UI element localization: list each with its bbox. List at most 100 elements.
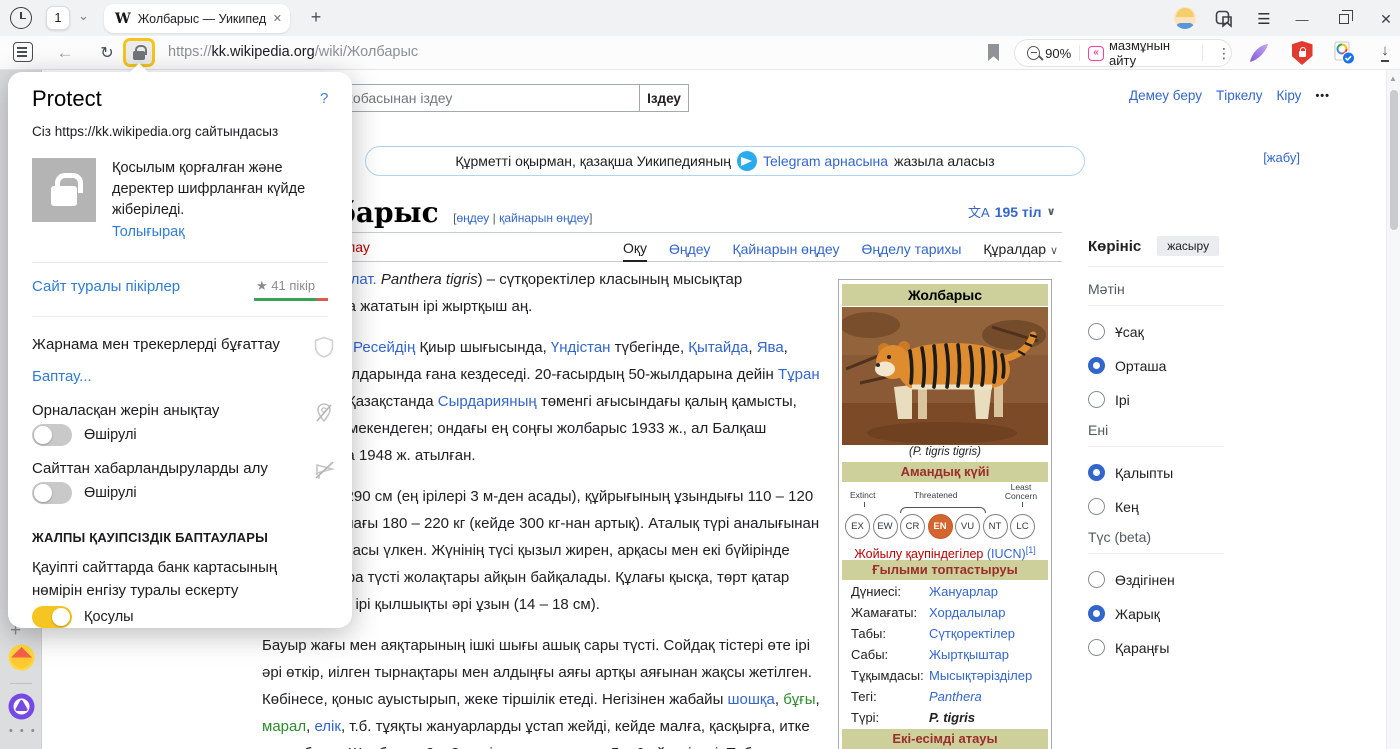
back-icon[interactable]: ←	[52, 40, 78, 66]
family-link[interactable]: Мысықтәрізділер	[929, 665, 1032, 686]
tab-edit-source[interactable]: Қайнарын өңдеу	[732, 241, 839, 257]
adblock-setup-link[interactable]: Баптау...	[32, 368, 92, 385]
radio-color-automatic[interactable]: Өздігінен	[1088, 571, 1224, 588]
order-link[interactable]: Жыртқыштар	[929, 644, 1009, 665]
read-aloud-icon[interactable]: «	[1088, 45, 1104, 61]
reference-1[interactable]: [1]	[1026, 545, 1036, 555]
phylum-link[interactable]: Хордалылар	[929, 602, 1005, 623]
zoom-icon[interactable]	[1027, 46, 1041, 60]
bankcard-state: Қосулы	[84, 609, 134, 625]
download-icon[interactable]: ↓	[1372, 40, 1398, 66]
telegram-link[interactable]: Telegram арнасына	[763, 153, 888, 169]
tiger-image[interactable]	[842, 307, 1048, 445]
chevron-down-icon[interactable]: ⌄	[78, 8, 89, 24]
details-link[interactable]: Толығырақ	[112, 224, 185, 240]
telegram-icon	[736, 151, 757, 171]
location-toggle[interactable]	[32, 424, 72, 446]
status-ew[interactable]: EW	[872, 514, 898, 539]
notifications-label: Сайттан хабарландыруларды алу	[32, 460, 268, 477]
scrollbar-thumb[interactable]	[1390, 90, 1398, 230]
tab-title: Жолбарыс — Уикипеди	[137, 11, 267, 26]
maximize-button[interactable]	[1332, 7, 1356, 31]
alice-app-icon[interactable]	[8, 693, 35, 720]
site-reviews-link[interactable]: Сайт туралы пікірлер	[32, 278, 180, 295]
edit-source-link[interactable]: қайнарын өңдеу	[499, 211, 589, 225]
status-lc[interactable]: LC	[1010, 514, 1035, 539]
tab-edit[interactable]: Өңдеу	[669, 241, 710, 257]
kingdom-link[interactable]: Жануарлар	[929, 581, 998, 602]
close-window-button[interactable]: ✕	[1374, 7, 1398, 31]
reviews-count[interactable]: ★ 41 пікір	[256, 278, 315, 294]
history-clock-icon[interactable]	[10, 7, 32, 29]
notifications-off-icon	[314, 460, 336, 482]
status-link-line: Жойылу қаупіндегілер (IUCN)[1]	[842, 541, 1048, 561]
protect-shield-icon[interactable]	[1289, 40, 1315, 66]
notifications-toggle[interactable]	[32, 482, 72, 504]
mail-app-icon[interactable]	[8, 644, 35, 671]
url-text[interactable]: https://kk.wikipedia.org/wiki/Жолбарыс	[168, 44, 418, 60]
bookmark-icon[interactable]	[986, 43, 1001, 62]
donate-link[interactable]: Демеу беру	[1129, 88, 1202, 103]
tab-strip: 1 ⌄ W Жолбарыс — Уикипеди ✕ + ☰ — ✕	[0, 0, 1400, 36]
edit-link[interactable]: өңдеу	[456, 211, 489, 225]
connection-text: Қосылым қорғалған және деректер шифрланғ…	[112, 160, 306, 218]
tab-read[interactable]: Оқу	[623, 236, 648, 262]
strip-more-icon[interactable]: • • •	[9, 725, 37, 737]
new-tab-button[interactable]: +	[303, 5, 329, 31]
tab-counter[interactable]: 1	[46, 6, 70, 30]
docs-extension-icon[interactable]	[1331, 40, 1357, 66]
status-cr[interactable]: CR	[900, 514, 925, 539]
appearance-title: Көрініс	[1088, 237, 1142, 255]
reload-icon[interactable]: ↻	[94, 40, 120, 66]
feather-extension-icon[interactable]	[1246, 40, 1272, 66]
radio-width-standard[interactable]: Қалыпты	[1088, 464, 1224, 481]
profile-avatar[interactable]	[1174, 7, 1196, 29]
wikipedia-favicon: W	[115, 10, 131, 27]
scroll-up-icon[interactable]: ▲	[1389, 74, 1397, 83]
taxonomy-row: Тегі: Panthera	[842, 686, 1048, 707]
tab-close-icon[interactable]: ✕	[273, 12, 282, 25]
address-toolbar: ← ↻ https://kk.wikipedia.org/wiki/Жолбар…	[0, 36, 1400, 70]
conservation-status: Extinct Threatened Least Concern EX EW C…	[842, 483, 1048, 541]
sidebar-panels-icon[interactable]	[13, 42, 33, 62]
bankcard-toggle[interactable]	[32, 606, 72, 628]
page-scrollbar[interactable]: ▲	[1386, 70, 1400, 749]
language-selector[interactable]: 文A 195 тіл ∨	[968, 202, 1056, 221]
collections-icon[interactable]	[1212, 7, 1236, 31]
radio-width-wide[interactable]: Кең	[1088, 498, 1224, 529]
radio-color-dark[interactable]: Қараңғы	[1088, 639, 1224, 656]
radio-color-light[interactable]: Жарық	[1088, 605, 1224, 622]
class-link[interactable]: Сүтқоректілер	[929, 623, 1015, 644]
tab-history[interactable]: Өңделу тарихы	[862, 241, 962, 257]
taxonomy-row: Түрі: P. tigris	[842, 707, 1048, 728]
rating-bar	[254, 298, 328, 301]
appearance-hide-button[interactable]: жасыру	[1157, 236, 1220, 256]
more-options-icon[interactable]: ⋮	[1217, 45, 1231, 62]
location-state: Өшірулі	[84, 427, 137, 443]
status-ex[interactable]: EX	[845, 514, 870, 539]
radio-text-large[interactable]: Ірі	[1088, 391, 1224, 422]
help-link[interactable]: ?	[320, 90, 328, 107]
status-nt[interactable]: NT	[982, 514, 1008, 539]
tab-tools[interactable]: Құралдар ∨	[983, 241, 1058, 257]
status-en-active[interactable]: EN	[927, 514, 953, 539]
zoom-level[interactable]: 90%	[1045, 46, 1071, 61]
active-tab[interactable]: W Жолбарыс — Уикипеди ✕	[104, 4, 290, 33]
personal-links: Демеу беру Тіркелу Кіру •••	[1129, 88, 1330, 103]
banner-close-link[interactable]: [жабу]	[1263, 150, 1300, 165]
protect-popup: Protect ? Сіз https://kk.wikipedia.org с…	[8, 72, 352, 628]
minimize-button[interactable]: —	[1290, 7, 1314, 31]
protect-title: Protect	[32, 86, 102, 111]
menu-icon[interactable]: ☰	[1252, 7, 1276, 31]
more-links-icon[interactable]: •••	[1315, 90, 1330, 102]
search-button[interactable]: Іздеу	[639, 84, 689, 112]
login-link[interactable]: Кіру	[1276, 88, 1301, 103]
genus-link[interactable]: Panthera	[929, 686, 982, 707]
appearance-panel: Көрініс жасыру Мәтін Ұсақ Орташа Ірі Ені…	[1088, 236, 1224, 656]
location-label: Орналасқан жерін анықтау	[32, 402, 220, 419]
read-aloud-button[interactable]: мазмұнын айту	[1109, 38, 1194, 68]
register-link[interactable]: Тіркелу	[1216, 88, 1263, 103]
status-vu[interactable]: VU	[955, 514, 980, 539]
radio-text-small[interactable]: Ұсақ	[1088, 323, 1224, 340]
radio-text-standard[interactable]: Орташа	[1088, 357, 1224, 374]
